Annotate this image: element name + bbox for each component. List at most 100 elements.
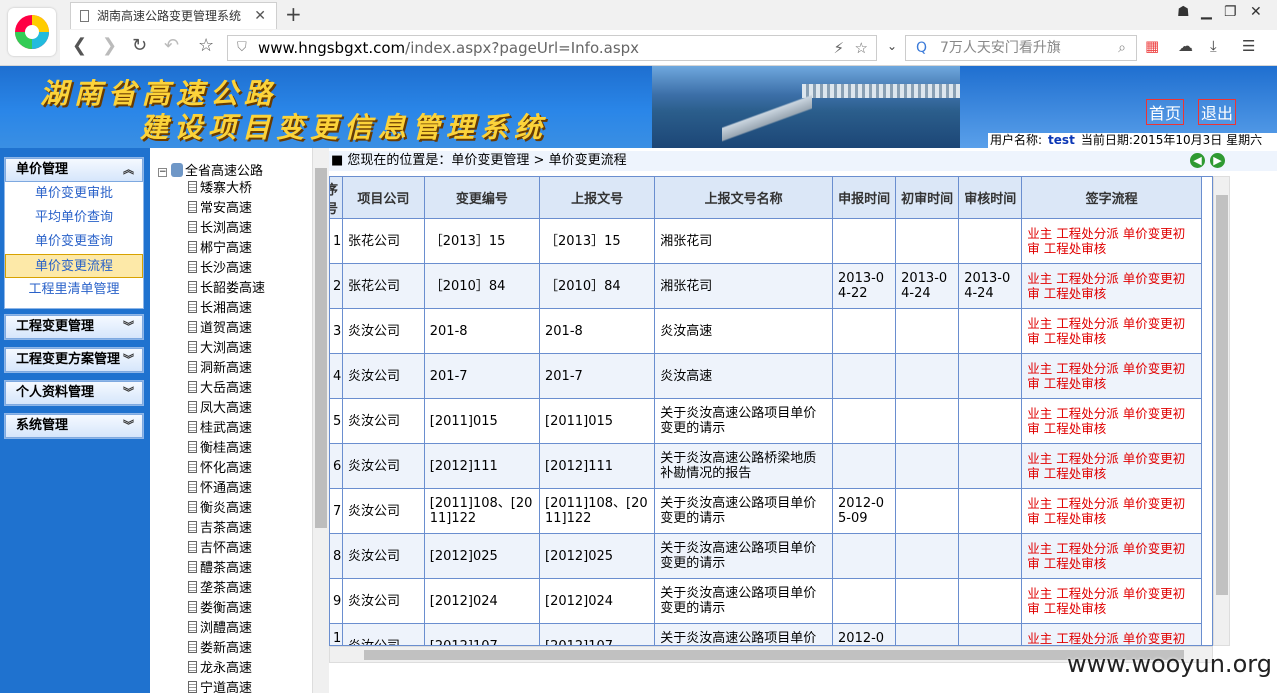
tree-node[interactable]: 郴宁高速	[188, 239, 252, 259]
tree-node[interactable]: 娄新高速	[188, 639, 252, 659]
forward-icon[interactable]: ❯	[102, 35, 117, 56]
cell-review	[958, 443, 1023, 489]
table-vertical-scrollbar[interactable]	[1213, 176, 1230, 646]
tree-node-label: 大岳高速	[200, 381, 253, 396]
lightning-icon[interactable]: ⚡	[833, 36, 844, 60]
tree-scrollbar[interactable]	[312, 148, 329, 693]
table-row[interactable]: 6 炎汝公司 [2012]111 [2012]111 关于炎汝高速公路桥梁地质补勘情况的…	[330, 443, 1202, 489]
cell-flow[interactable]: 业主 工程处分派 单价变更初审 工程处审核	[1021, 533, 1202, 579]
bookmark-star-icon[interactable]: ☆	[198, 35, 214, 56]
tree-node[interactable]: 龙永高速	[188, 659, 252, 679]
menu-header-plan[interactable]: 工程变更方案管理 ︾	[5, 348, 143, 372]
table-row[interactable]: 8 炎汝公司 [2012]025 [2012]025 关于炎汝高速公路项目单价变更的请示…	[330, 533, 1202, 579]
reload-icon[interactable]: ↻	[132, 35, 147, 56]
search-box[interactable]: Q 7万人天安门看升旗 ⌕	[905, 35, 1137, 61]
browser-logo-icon[interactable]	[8, 8, 56, 56]
table-row[interactable]: 10炎汝公司[2012]107[2012]107关于炎汝高速公路项目单价变更的请…	[330, 623, 1202, 645]
address-bar[interactable]: ⛉ www.hngsbgxt.com/index.aspx?pageUrl=In…	[227, 35, 877, 61]
cell-flow[interactable]: 业主 工程处分派 单价变更初审 工程处审核	[1021, 443, 1202, 489]
close-tab-icon[interactable]: ✕	[254, 3, 266, 29]
collapse-icon[interactable]: −	[158, 168, 167, 177]
tree-node[interactable]: 衡桂高速	[188, 439, 252, 459]
tree-node[interactable]: 道贺高速	[188, 319, 252, 339]
table-row[interactable]: 2 张花公司 ［2010］84 ［2010］84 湘张花司 2013-04-22 2013-…	[330, 263, 1202, 309]
cell-flow[interactable]: 业主 工程处分派 单价变更初审 工程处审核	[1021, 578, 1202, 624]
table-row[interactable]: 3 炎汝公司 201-8 201-8 炎汝高速 业主 工程处分派 单价变更初审 工程处审核	[330, 308, 1202, 354]
search-icon[interactable]: ⌕	[1118, 36, 1126, 60]
column-header[interactable]: 上报文号	[539, 177, 656, 219]
navigation-bar: ❮ ❯ ↻ ↶ ☆ ⛉ www.hngsbgxt.com/index.aspx?…	[60, 30, 1277, 65]
tree-root[interactable]: − 全省高速公路	[158, 160, 263, 179]
menu-item-bill-manage[interactable]: 工程里清单管理	[5, 278, 143, 302]
back-icon[interactable]: ❮	[72, 35, 87, 56]
table-row[interactable]: 9 炎汝公司 [2012]024 [2012]024 关于炎汝高速公路项目单价变更的请示…	[330, 578, 1202, 624]
skin-icon[interactable]: ☗	[1177, 4, 1190, 20]
tree-node[interactable]: 长浏高速	[188, 219, 252, 239]
tree-node[interactable]: 浏醴高速	[188, 619, 252, 639]
cell-flow[interactable]: 业主 工程处分派 单价变更初审 工程处审核	[1021, 353, 1202, 399]
download-icon[interactable]: ⤓	[1210, 37, 1217, 55]
dropdown-icon[interactable]: ⌄	[887, 39, 897, 53]
menu-header-system[interactable]: 系统管理 ︾	[5, 414, 143, 438]
menu-header-profile[interactable]: 个人资料管理 ︾	[5, 381, 143, 405]
table-row[interactable]: 1 张花公司 ［2013］15 ［2013］15 湘张花司 业主 工程处分派 单价变更初审…	[330, 218, 1202, 264]
tree-node[interactable]: 长韶娄高速	[188, 279, 265, 299]
cell-flow[interactable]: 业主 工程处分派 单价变更初审 工程处审核	[1021, 218, 1202, 264]
tree-node[interactable]: 矮寨大桥	[188, 179, 252, 199]
tree-node[interactable]: 垄茶高速	[188, 579, 252, 599]
menu-item-approval[interactable]: 单价变更审批	[5, 182, 143, 206]
tree-node[interactable]: 洞新高速	[188, 359, 252, 379]
cell-flow[interactable]: 业主 工程处分派 单价变更初审 工程处审核	[1021, 398, 1202, 444]
tree-node[interactable]: 怀通高速	[188, 479, 252, 499]
tree-node[interactable]: 大浏高速	[188, 339, 252, 359]
table-row[interactable]: 4 炎汝公司 201-7 201-7 炎汝高速 业主 工程处分派 单价变更初审 工程处审核	[330, 353, 1202, 399]
apps-icon[interactable]: ▦	[1145, 37, 1159, 55]
cell-flow[interactable]: 业主 工程处分派 单价变更初审 工程处审核	[1021, 263, 1202, 309]
tree-node[interactable]: 娄衡高速	[188, 599, 252, 619]
column-header[interactable]: 变更编号	[423, 177, 541, 219]
maximize-icon[interactable]: ❐	[1224, 4, 1237, 20]
column-header[interactable]: 序号	[330, 177, 343, 219]
browser-tab[interactable]: 湖南高速公路变更管理系统 ✕	[70, 2, 277, 29]
tree-node[interactable]: 醴茶高速	[188, 559, 252, 579]
menu-icon[interactable]: ☰	[1242, 37, 1255, 55]
back-arrow-icon[interactable]: ◀	[1190, 153, 1205, 168]
menu-item-avg-price[interactable]: 平均单价查询	[5, 206, 143, 230]
undo-icon[interactable]: ↶	[164, 35, 179, 56]
column-header[interactable]: 签字流程	[1021, 177, 1202, 219]
minimize-icon[interactable]: ▁	[1201, 4, 1212, 20]
cell-flow[interactable]: 业主 工程处分派 单价变更初审 工程处审核	[1021, 488, 1202, 534]
menu-item-price-flow[interactable]: 单价变更流程	[5, 254, 143, 278]
menu-header-unit-price[interactable]: 单价管理 ︽	[5, 158, 143, 182]
forward-arrow-icon[interactable]: ▶	[1210, 153, 1225, 168]
table-row[interactable]: 7 炎汝公司 [2011]108、[2011]122 [2011]108、[2011]…	[330, 488, 1202, 534]
column-header[interactable]: 上报文号名称	[654, 177, 834, 219]
tree-node[interactable]: 桂武高速	[188, 419, 252, 439]
tree-node[interactable]: 长沙高速	[188, 259, 252, 279]
close-window-icon[interactable]: ✕	[1250, 4, 1262, 20]
site-banner: 湖南省高速公路 建设项目变更信息管理系统 首页 退出 用户名称: test 当前日期…	[0, 66, 1277, 148]
tree-node[interactable]: 长湘高速	[188, 299, 252, 319]
cell-flow[interactable]: 业主 工程处分派 单价变更初审 工程处审核	[1021, 308, 1202, 354]
column-header[interactable]: 初审时间	[895, 177, 960, 219]
column-header[interactable]: 项目公司	[341, 177, 425, 219]
logout-link[interactable]: 退出	[1198, 99, 1237, 125]
tree-node[interactable]: 衡炎高速	[188, 499, 252, 519]
column-header[interactable]: 申报时间	[832, 177, 897, 219]
cell-flow[interactable]: 业主 工程处分派 单价变更初审 工程处审核	[1021, 623, 1202, 645]
home-link[interactable]: 首页	[1146, 99, 1185, 125]
cloud-icon[interactable]: ☁	[1178, 37, 1193, 55]
tree-node[interactable]: 吉茶高速	[188, 519, 252, 539]
tree-node[interactable]: 怀化高速	[188, 459, 252, 479]
star-icon[interactable]: ☆	[855, 36, 868, 60]
tree-node[interactable]: 凤大高速	[188, 399, 252, 419]
tree-node[interactable]: 宁道高速	[188, 679, 252, 693]
new-tab-button[interactable]: +	[285, 2, 302, 26]
menu-header-change[interactable]: 工程变更管理 ︾	[5, 315, 143, 339]
column-header[interactable]: 审核时间	[958, 177, 1023, 219]
tree-node[interactable]: 吉怀高速	[188, 539, 252, 559]
tree-node[interactable]: 常安高速	[188, 199, 252, 219]
tree-node[interactable]: 大岳高速	[188, 379, 252, 399]
table-row[interactable]: 5 炎汝公司 [2011]015 [2011]015 关于炎汝高速公路项目单价变更的请示…	[330, 398, 1202, 444]
menu-item-price-query[interactable]: 单价变更查询	[5, 230, 143, 254]
